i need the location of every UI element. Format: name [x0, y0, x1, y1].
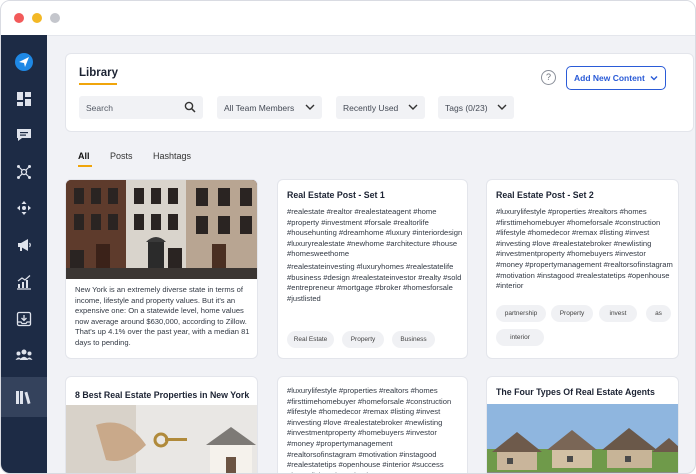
- megaphone-icon: [18, 239, 31, 251]
- sidebar-item-library[interactable]: [1, 377, 47, 417]
- title-underline: [79, 83, 117, 85]
- add-new-content-label: Add New Content: [574, 73, 645, 83]
- card-title: The Four Types Of Real Estate Agents: [496, 387, 655, 397]
- card-hashtags: #luxurylifestyle #properties #realtors #…: [287, 386, 452, 473]
- paper-plane-icon: [15, 53, 33, 71]
- sidebar-item-team[interactable]: [1, 337, 47, 373]
- card-title: 8 Best Real Estate Properties in New Yor…: [75, 390, 250, 400]
- search-icon: [184, 101, 196, 113]
- search-placeholder: Search: [86, 102, 113, 113]
- inbox-download-icon: [16, 311, 32, 327]
- tag-chip[interactable]: Business: [392, 331, 435, 348]
- page-title: Library: [79, 67, 118, 79]
- sidebar-item-messages[interactable]: [1, 117, 47, 153]
- content-card[interactable]: New York is an extremely diverse state i…: [65, 179, 258, 359]
- help-icon[interactable]: ?: [541, 70, 556, 85]
- sidebar: [1, 35, 47, 473]
- card-hashtags: #realestate #realtor #realestateagent #h…: [287, 207, 463, 259]
- title-bar: [1, 1, 695, 36]
- dashboard-grid-icon: [17, 92, 31, 106]
- tag-chip[interactable]: Property: [342, 331, 384, 348]
- tag-chip[interactable]: invest: [599, 305, 637, 322]
- tags-value: Tags (0/23): [445, 102, 488, 113]
- analytics-icon: [17, 275, 31, 290]
- tag-chip[interactable]: Real Estate: [287, 331, 334, 348]
- house-key-photo: [66, 405, 257, 473]
- tab-hashtags[interactable]: Hashtags: [153, 151, 191, 161]
- chevron-down-icon: [408, 104, 418, 110]
- card-hashtags: #luxurylifestyle #properties #realtors #…: [496, 207, 673, 291]
- card-hashtags: #realestateinvesting #luxuryhomes #reale…: [287, 262, 462, 303]
- chevron-down-icon: [305, 104, 315, 110]
- library-books-icon: [16, 391, 31, 405]
- search-input[interactable]: Search: [79, 96, 203, 119]
- content-card[interactable]: 8 Best Real Estate Properties in New Yor…: [65, 376, 258, 473]
- minimize-dot[interactable]: [32, 13, 42, 23]
- close-dot[interactable]: [14, 13, 24, 23]
- tags-dropdown[interactable]: Tags (0/23): [438, 96, 514, 119]
- app-window: Library ? Add New Content Search All Tea…: [0, 0, 696, 474]
- tab-underline: [78, 165, 92, 167]
- chevron-down-icon: [497, 104, 507, 110]
- content-card[interactable]: The Four Types Of Real Estate Agents: [486, 376, 679, 473]
- team-icon: [15, 349, 33, 360]
- card-title: Real Estate Post - Set 1: [287, 190, 385, 200]
- sidebar-item-move[interactable]: [1, 190, 47, 226]
- tab-posts[interactable]: Posts: [110, 151, 133, 161]
- sort-dropdown[interactable]: Recently Used: [336, 96, 425, 119]
- content-card[interactable]: Real Estate Post - Set 1 #realestate #re…: [277, 179, 468, 359]
- tag-chip[interactable]: partnership: [496, 305, 546, 322]
- brownstone-image: [66, 180, 257, 279]
- tab-all[interactable]: All: [78, 151, 90, 161]
- add-new-content-button[interactable]: Add New Content: [566, 66, 666, 90]
- tag-chip[interactable]: interior: [496, 329, 544, 346]
- sidebar-item-inbox[interactable]: [1, 301, 47, 337]
- suburb-photo: [487, 404, 678, 473]
- card-title: Real Estate Post - Set 2: [496, 190, 594, 200]
- library-header: Library ? Add New Content Search All Tea…: [65, 53, 694, 132]
- sidebar-item-dashboard[interactable]: [1, 81, 47, 117]
- card-body: New York is an extremely diverse state i…: [75, 285, 250, 347]
- team-members-dropdown[interactable]: All Team Members: [217, 96, 322, 119]
- tag-chip[interactable]: Property: [551, 305, 593, 322]
- team-members-value: All Team Members: [224, 102, 295, 113]
- suburb-image: [487, 404, 678, 473]
- content-card[interactable]: #luxurylifestyle #properties #realtors #…: [277, 376, 468, 473]
- sidebar-item-campaigns[interactable]: [1, 227, 47, 263]
- brownstone-photo: [66, 180, 257, 279]
- message-icon: [17, 129, 31, 141]
- chevron-down-icon: [650, 76, 658, 81]
- maximize-dot[interactable]: [50, 13, 60, 23]
- sort-value: Recently Used: [343, 102, 399, 113]
- house-key-image: [66, 405, 257, 473]
- sidebar-item-publish[interactable]: [1, 44, 47, 80]
- network-icon: [17, 165, 31, 179]
- content-card[interactable]: Real Estate Post - Set 2 #luxurylifestyl…: [486, 179, 679, 359]
- tag-chip[interactable]: as: [646, 305, 671, 322]
- move-icon: [17, 201, 31, 215]
- sidebar-item-network[interactable]: [1, 154, 47, 190]
- sidebar-item-analytics[interactable]: [1, 264, 47, 300]
